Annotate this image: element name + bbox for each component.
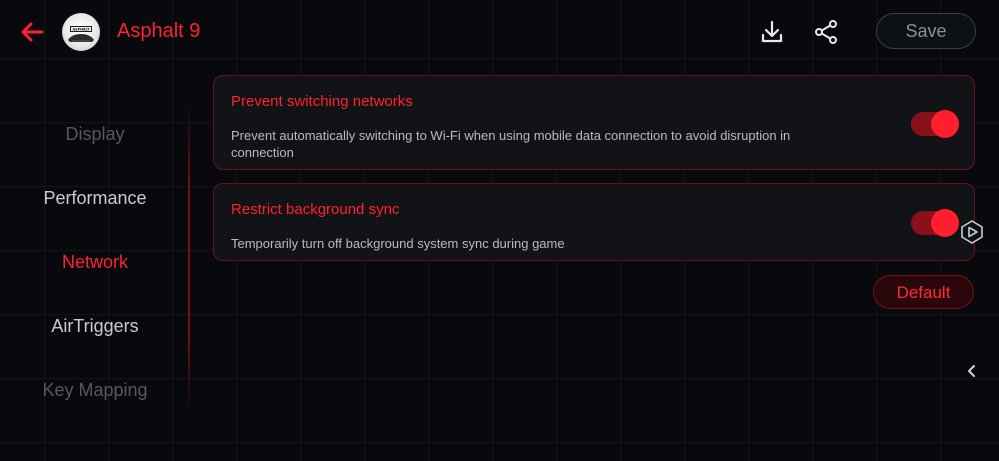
chevron-left-icon[interactable] bbox=[964, 363, 980, 379]
setting-card-prevent-switching: Prevent switching networks Prevent autom… bbox=[213, 75, 975, 170]
setting-title: Restrict background sync bbox=[231, 201, 400, 218]
play-icon[interactable] bbox=[959, 219, 985, 245]
setting-description: Temporarily turn off background system s… bbox=[231, 236, 565, 251]
back-arrow-icon[interactable] bbox=[18, 18, 46, 46]
toggle-knob bbox=[931, 110, 959, 138]
share-icon[interactable] bbox=[812, 18, 840, 46]
svg-text:ASPHALT: ASPHALT bbox=[73, 27, 91, 31]
nav-item-display[interactable]: Display bbox=[0, 124, 190, 145]
nav-item-network[interactable]: Network bbox=[0, 252, 190, 273]
restrict-sync-toggle[interactable] bbox=[911, 209, 959, 237]
header: ASPHALT Asphalt 9 Save bbox=[0, 0, 999, 64]
prevent-switching-toggle[interactable] bbox=[911, 110, 959, 138]
setting-description: Prevent automatically switching to Wi-Fi… bbox=[231, 128, 791, 160]
download-icon[interactable] bbox=[758, 18, 786, 46]
nav-divider bbox=[188, 102, 190, 412]
default-button[interactable]: Default bbox=[873, 275, 974, 309]
nav-item-key-mapping[interactable]: Key Mapping bbox=[0, 380, 190, 401]
save-button[interactable]: Save bbox=[876, 13, 976, 49]
setting-title: Prevent switching networks bbox=[231, 93, 413, 110]
app-icon: ASPHALT bbox=[62, 13, 100, 51]
side-nav: Display Performance Network AirTriggers … bbox=[0, 102, 190, 422]
nav-item-airtriggers[interactable]: AirTriggers bbox=[0, 316, 190, 337]
app-title: Asphalt 9 bbox=[117, 20, 201, 42]
toggle-knob bbox=[931, 209, 959, 237]
nav-item-performance[interactable]: Performance bbox=[0, 188, 190, 209]
setting-card-restrict-sync: Restrict background sync Temporarily tur… bbox=[213, 183, 975, 261]
asphalt-logo-icon: ASPHALT bbox=[68, 26, 94, 42]
